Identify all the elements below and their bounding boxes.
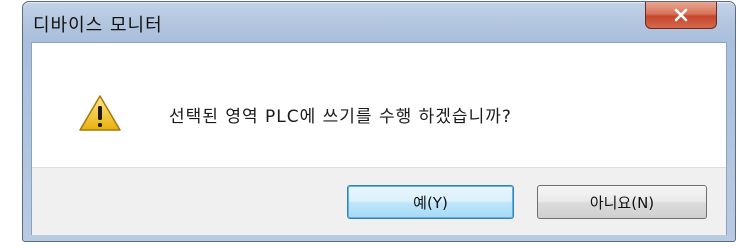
no-button[interactable]: 아니요(N) — [537, 185, 707, 219]
close-icon — [674, 8, 688, 22]
button-bar: 예(Y) 아니요(N) — [32, 167, 726, 235]
dialog-content: 선택된 영역 PLC에 쓰기를 수행 하겠습니까? 예(Y) 아니요(N) — [31, 42, 727, 235]
confirmation-message: 선택된 영역 PLC에 쓰기를 수행 하겠습니까? — [169, 107, 512, 127]
yes-button[interactable]: 예(Y) — [347, 185, 514, 219]
dialog-title: 디바이스 모니터 — [33, 15, 163, 36]
dialog-window: 디바이스 모니터 선택된 영역 PLC에 쓰기를 수행 하겠습니까? 예(Y) … — [22, 1, 736, 242]
close-button[interactable] — [645, 2, 717, 29]
warning-icon — [79, 95, 121, 131]
title-bar[interactable]: 디바이스 모니터 — [23, 2, 735, 42]
message-area: 선택된 영역 PLC에 쓰기를 수행 하겠습니까? — [32, 43, 726, 167]
